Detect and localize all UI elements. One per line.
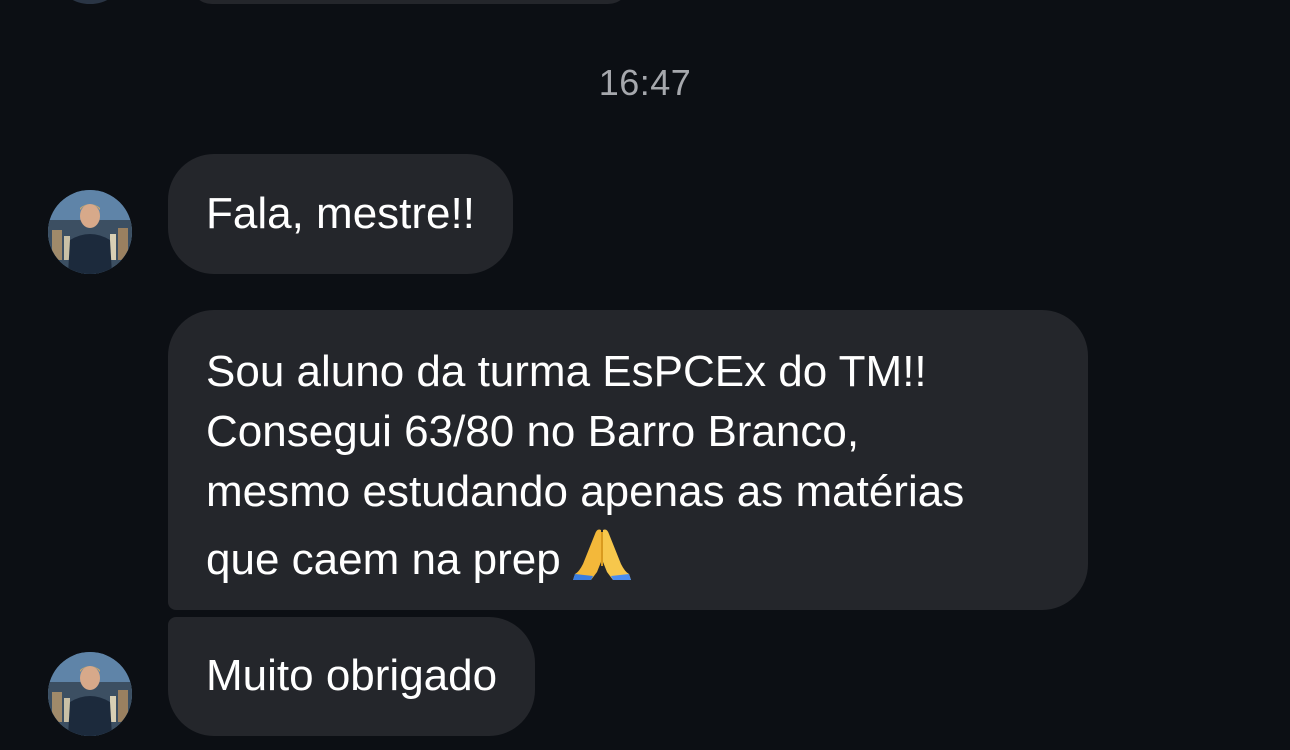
avatar-photo	[48, 190, 132, 274]
avatar-photo	[48, 652, 132, 736]
message-timestamp: 16:47	[598, 62, 692, 103]
message-text: Consegui 63/80 no Barro Branco,	[206, 407, 860, 456]
message-text: mesmo estudando apenas as matérias	[206, 467, 965, 516]
previous-avatar[interactable]	[60, 0, 120, 4]
message-text: Muito obrigado	[206, 651, 498, 700]
previous-message-bubble[interactable]	[190, 0, 630, 4]
message-text: que caem na prep	[206, 535, 561, 584]
message-text: Fala, mestre!!	[206, 189, 475, 238]
message-bubble[interactable]: Fala, mestre!!	[168, 154, 513, 274]
sender-avatar[interactable]	[48, 190, 132, 274]
message-bubble[interactable]: Sou aluno da turma EsPCEx do TM!! Conseg…	[168, 310, 1088, 610]
folded-hands-icon	[571, 522, 633, 600]
message-bubble[interactable]: Muito obrigado	[168, 617, 536, 736]
sender-avatar[interactable]	[48, 652, 132, 736]
message-last-line: que caem na prep	[206, 522, 1050, 584]
chat-screen: 16:47 Fala, mestre!! Sou aluno da turma …	[0, 0, 1290, 750]
message-text: Sou aluno da turma EsPCEx do TM!!	[206, 347, 927, 396]
